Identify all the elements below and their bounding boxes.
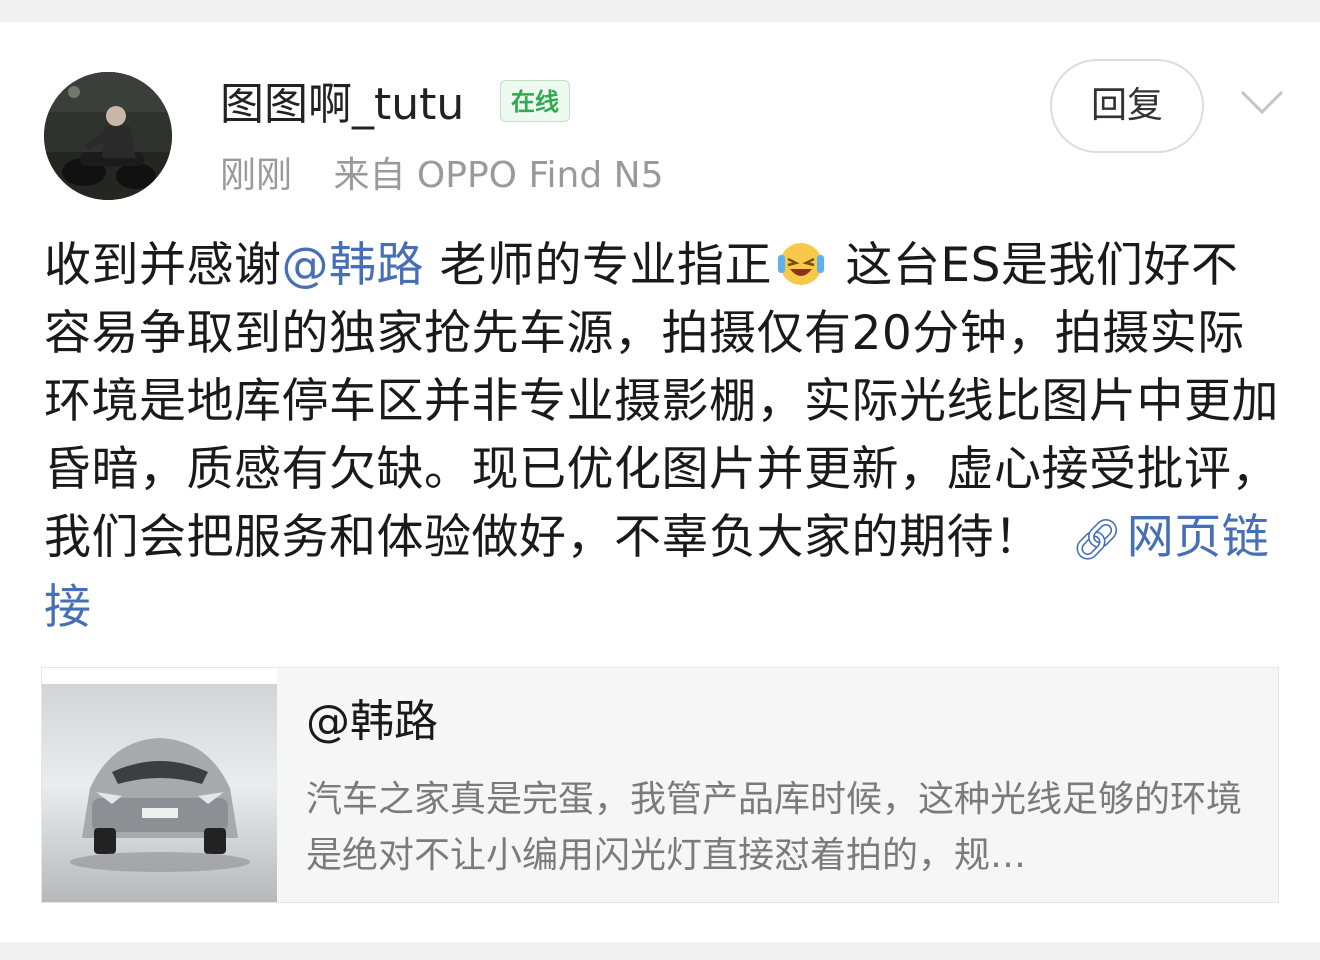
post-card: 图图啊_tutu 在线 刚刚 来自 OPPO Find N5 回复 收到并感谢@… — [0, 22, 1320, 942]
quoted-post-thumbnail — [42, 668, 277, 902]
chevron-down-icon[interactable] — [1238, 82, 1286, 122]
post-meta: 刚刚 来自 OPPO Find N5 — [220, 154, 663, 198]
post-source: 来自 OPPO Find N5 — [333, 155, 664, 196]
laughing-tears-emoji-icon — [777, 243, 824, 285]
mention-link[interactable]: @韩路 — [282, 238, 425, 293]
post-text-start: 收到并感谢 — [44, 238, 282, 293]
quoted-post-author[interactable]: @韩路 — [306, 694, 438, 750]
online-status-badge: 在线 — [500, 80, 570, 122]
link-icon: 🔗︎ — [1071, 517, 1123, 563]
quoted-post-text: 汽车之家真是完蛋，我管产品库时候，这种光线足够的环境是绝对不让小编用闪光灯直接怼… — [306, 779, 1243, 876]
author-avatar[interactable] — [44, 72, 172, 200]
quoted-post-card[interactable]: @韩路 汽车之家真是完蛋，我管产品库时候，这种光线足够的环境是绝对不让小编用闪光… — [41, 667, 1279, 903]
post-text-middle: 老师的专业指正 — [424, 238, 772, 293]
author-name[interactable]: 图图啊_tutu — [220, 78, 464, 132]
post-body: 收到并感谢@韩路 老师的专业指正 这台ES是我们好不容易争取到的独家抢先车源，拍… — [44, 232, 1284, 642]
reply-button[interactable]: 回复 — [1050, 59, 1204, 153]
post-time: 刚刚 — [220, 155, 293, 196]
